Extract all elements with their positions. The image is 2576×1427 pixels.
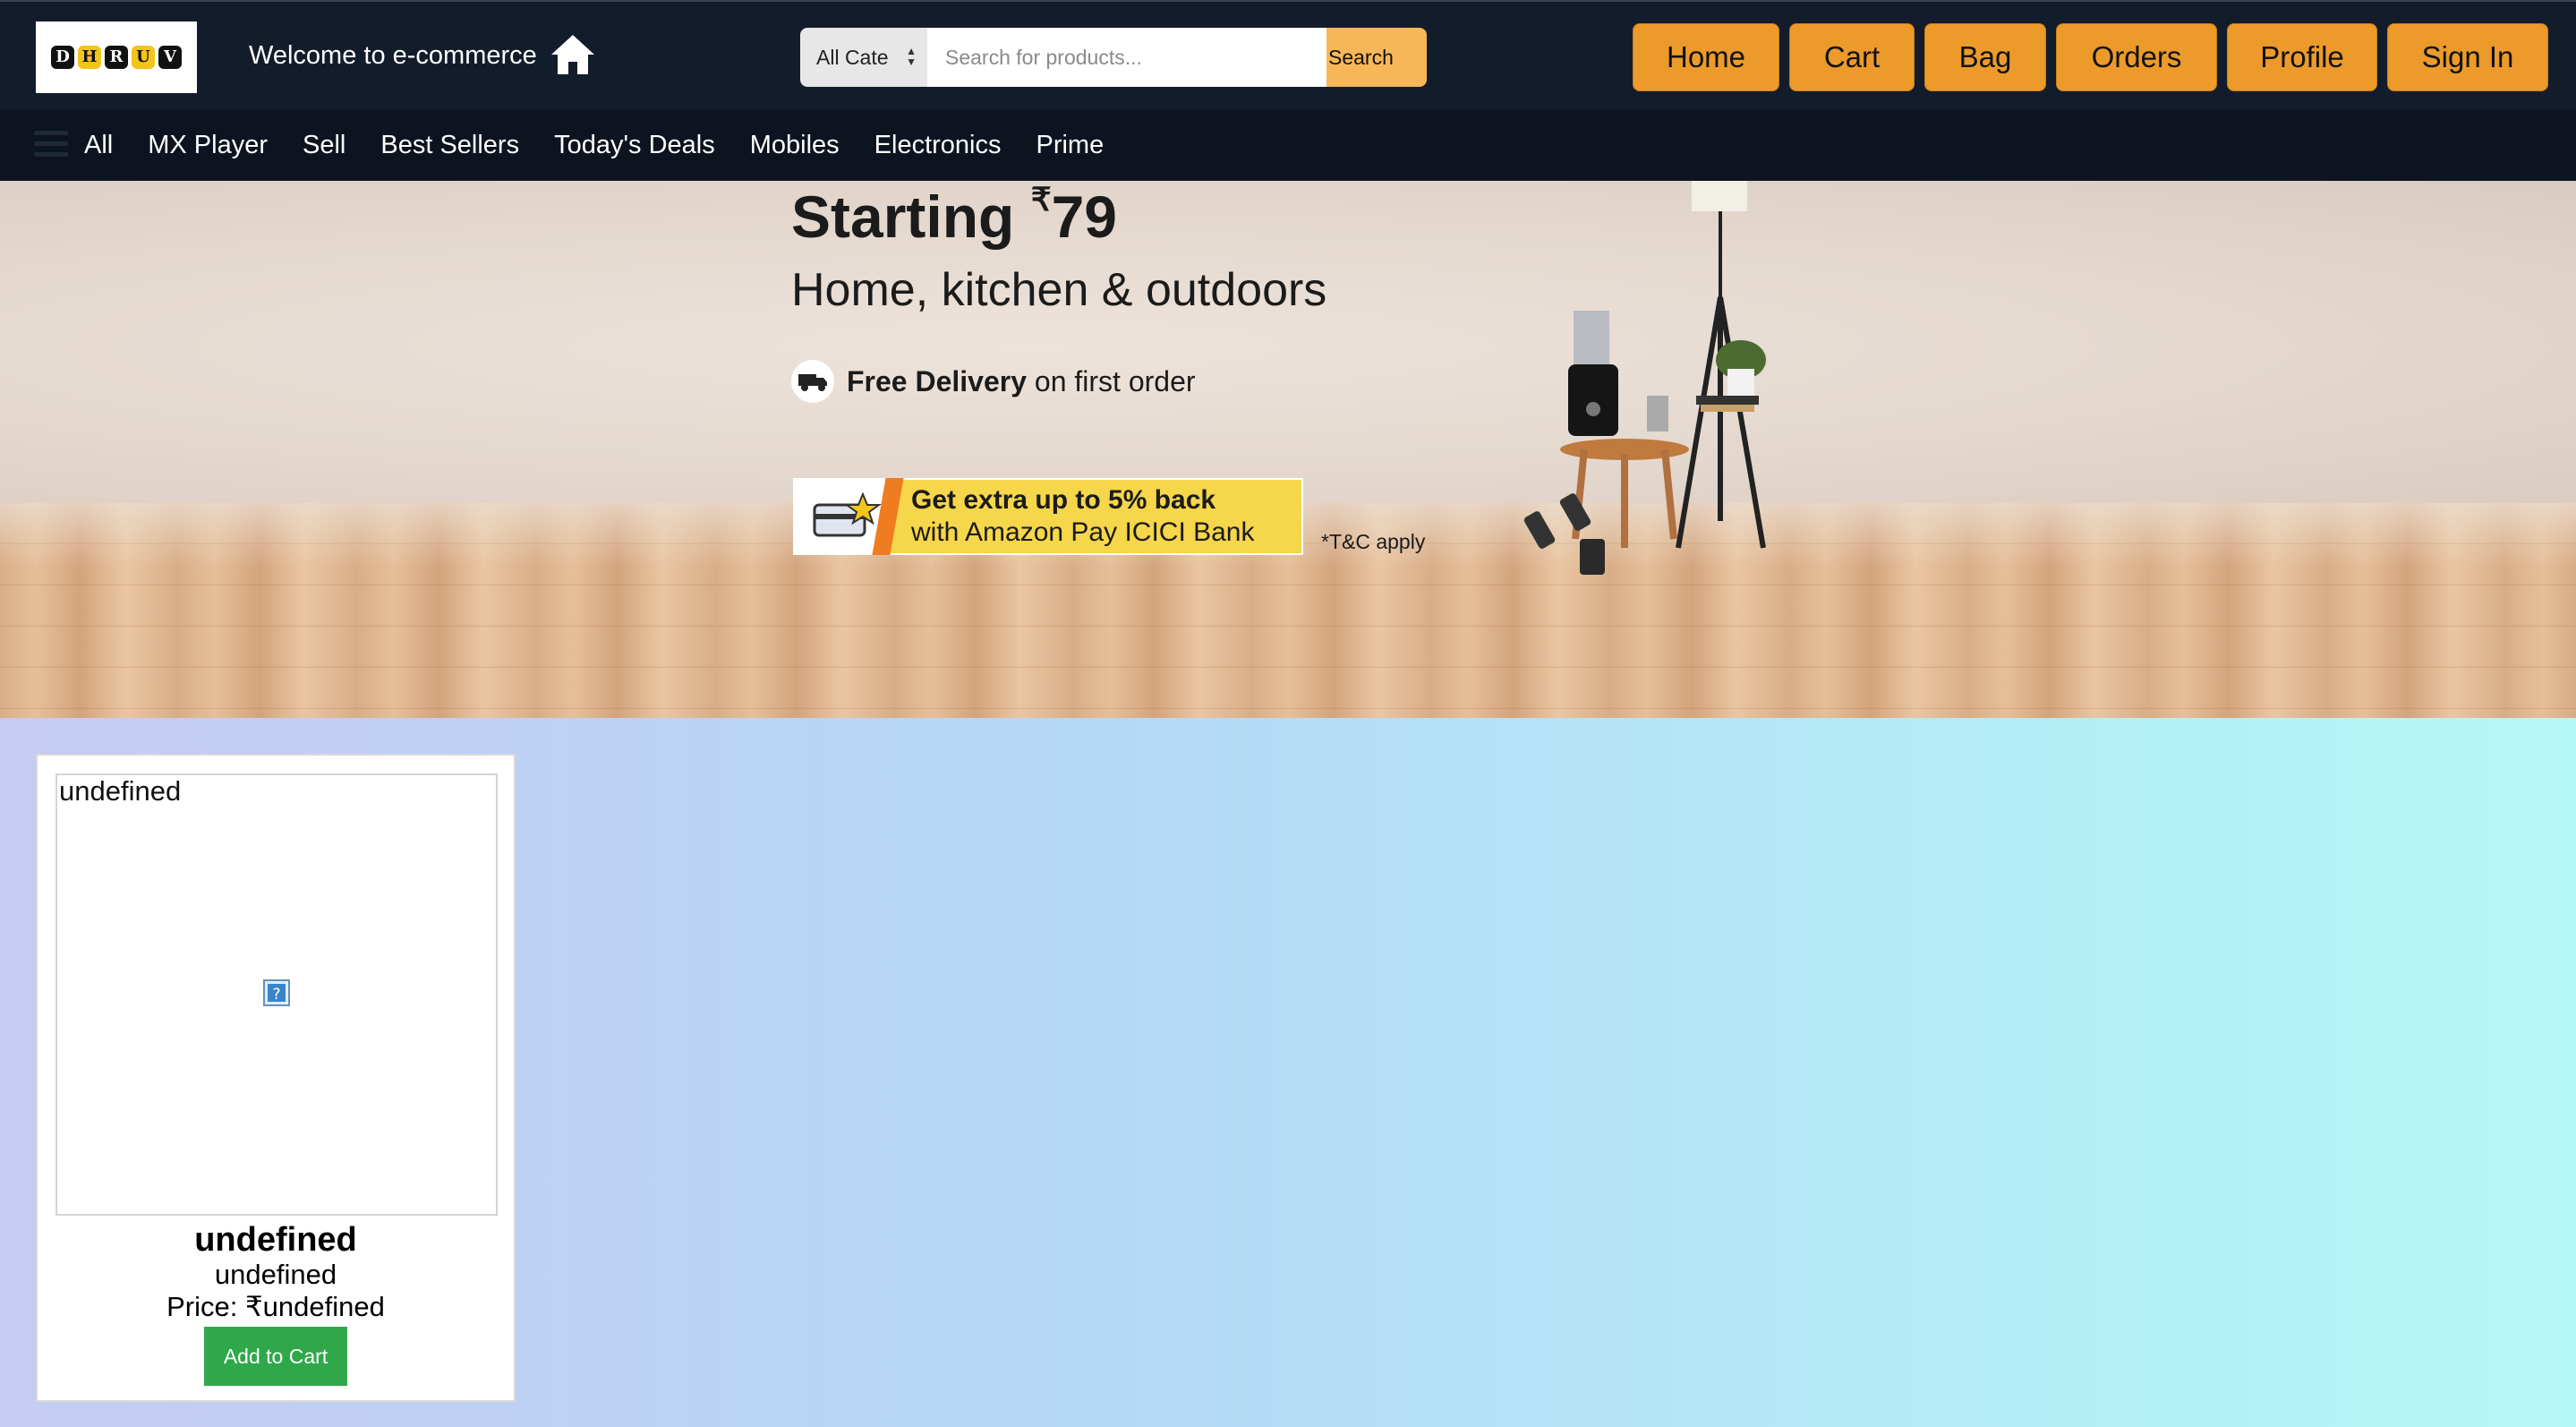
orders-button[interactable]: Orders (2056, 23, 2217, 91)
bag-button[interactable]: Bag (1924, 23, 2046, 91)
banner-currency: ₹ (1030, 181, 1052, 218)
hero-banner[interactable]: Starting ₹79 Home, kitchen & outdoors Fr… (0, 181, 2576, 718)
header-nav: Home Cart Bag Orders Profile Sign In (1633, 23, 2548, 91)
promo-strip: Get extra up to 5% back with Amazon Pay I… (793, 478, 1303, 555)
nav-todays-deals[interactable]: Today's Deals (554, 131, 715, 160)
product-image[interactable]: undefined ? (55, 773, 498, 1216)
hamburger-icon[interactable] (34, 131, 68, 158)
top-header: D H R U V Welcome to e-commerce All Cate… (0, 0, 2576, 109)
svg-text:?: ? (272, 986, 280, 1004)
nav-prime[interactable]: Prime (1036, 131, 1104, 160)
delivery-bold: Free Delivery (847, 364, 1028, 397)
sign-in-button[interactable]: Sign In (2387, 23, 2548, 91)
nav-mobiles[interactable]: Mobiles (750, 131, 840, 160)
delivery-text: on first order (1034, 364, 1196, 397)
welcome-text: Welcome to e-commerce (249, 41, 537, 70)
logo-letter: H (78, 46, 101, 69)
broken-image-icon: ? (263, 979, 290, 1006)
select-arrows-icon: ▲ ▼ (906, 45, 917, 68)
banner-delivery: Free Delivery on first order (791, 360, 1196, 403)
nav-sell[interactable]: Sell (303, 131, 345, 160)
banner-title: Starting ₹79 (791, 181, 1117, 251)
banner-products-illustration (1523, 181, 1766, 575)
logo-letter: D (51, 46, 74, 69)
home-button[interactable]: Home (1633, 23, 1779, 91)
product-name: undefined (194, 1221, 357, 1259)
category-select-value: All Cate (816, 45, 889, 69)
nav-all[interactable]: All (84, 131, 113, 160)
logo-letter: V (158, 46, 182, 69)
product-image-alt: undefined (59, 775, 182, 807)
home-icon[interactable] (550, 32, 596, 77)
search-bar: All Cate ▲ ▼ Search (800, 28, 1427, 87)
search-button[interactable]: Search (1326, 28, 1427, 87)
nav-electronics[interactable]: Electronics (874, 131, 1002, 160)
promo-line1: Get extra up to 5% back (911, 485, 1216, 515)
cart-button[interactable]: Cart (1789, 23, 1915, 91)
logo-letter: R (105, 46, 128, 69)
nav-mx-player[interactable]: MX Player (148, 131, 268, 160)
banner-subtitle: Home, kitchen & outdoors (791, 264, 1327, 316)
logo-letter: U (132, 46, 155, 69)
product-card: undefined ? undefined undefined Price: ₹… (36, 754, 516, 1402)
promo-line2: with Amazon Pay ICICI Bank (911, 517, 1255, 547)
site-logo[interactable]: D H R U V (36, 21, 197, 93)
category-nav: All MX Player Sell Best Sellers Today's … (0, 109, 2576, 181)
product-description: undefined (214, 1259, 337, 1290)
banner-wall (0, 181, 2576, 512)
profile-button[interactable]: Profile (2227, 23, 2377, 91)
nav-best-sellers[interactable]: Best Sellers (380, 131, 519, 160)
terms-note: *T&C apply (1321, 530, 1426, 553)
category-select[interactable]: All Cate ▲ ▼ (800, 28, 927, 87)
truck-icon (791, 360, 834, 403)
search-input[interactable] (927, 28, 1326, 87)
banner-title-prefix: Starting (791, 184, 1031, 250)
add-to-cart-button[interactable]: Add to Cart (204, 1327, 347, 1386)
banner-price: 79 (1051, 184, 1118, 250)
product-price: Price: ₹undefined (166, 1291, 385, 1322)
